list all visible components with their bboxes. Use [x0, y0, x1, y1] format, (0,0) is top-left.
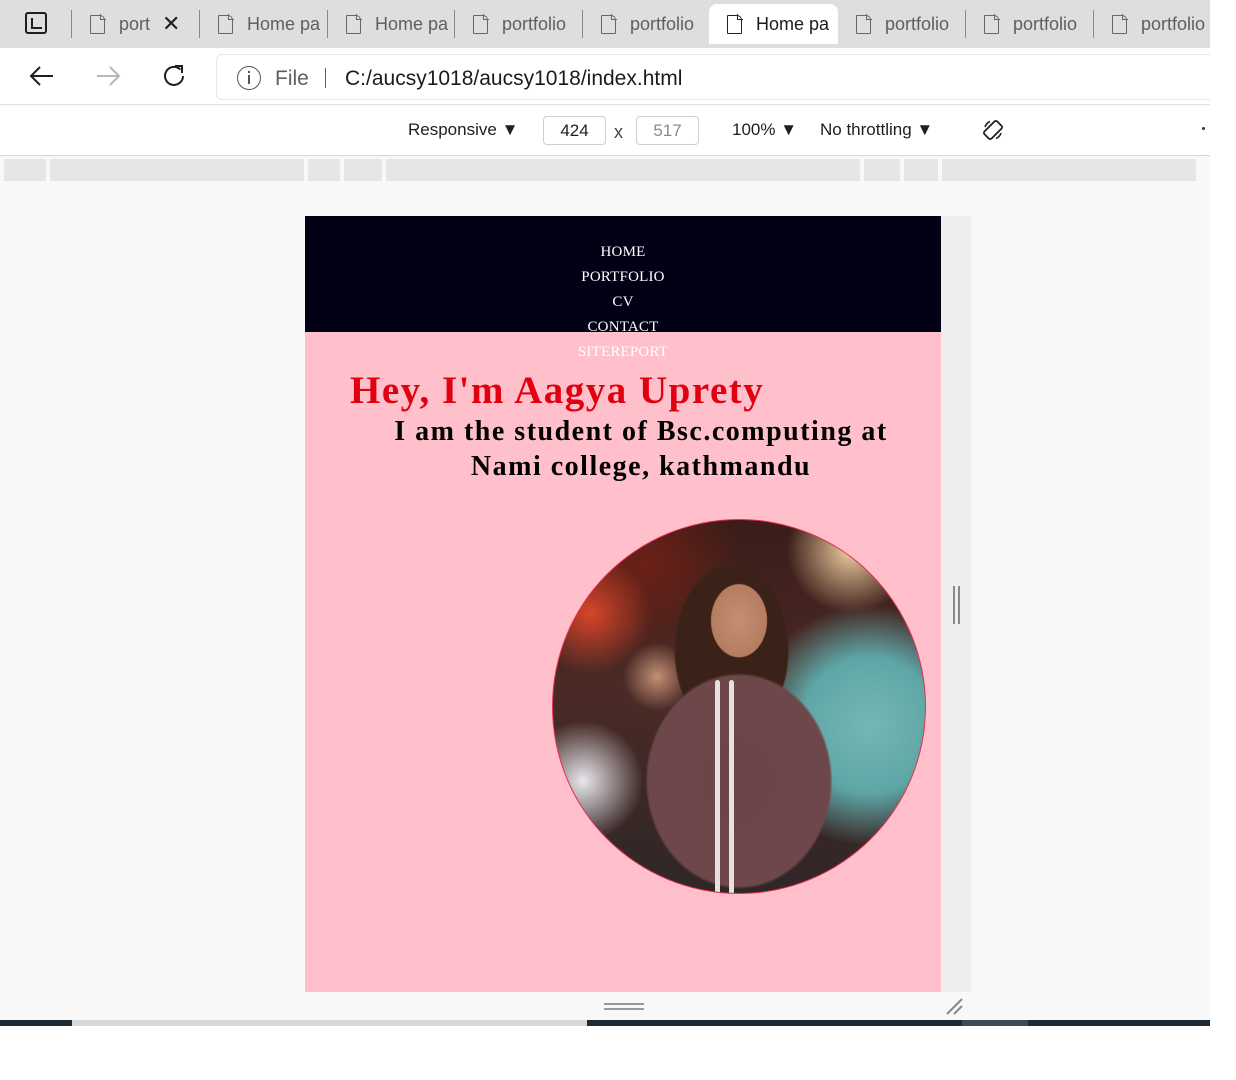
zoom-label: 100% [732, 120, 776, 139]
chevron-down-icon: ▼ [501, 120, 519, 139]
device-select[interactable]: Responsive ▼ [408, 120, 518, 140]
tab-7[interactable]: portfolio [966, 4, 1093, 44]
menu-item-contact[interactable]: CONTACT [305, 318, 941, 343]
page-icon [856, 13, 872, 34]
tab-title: Home pa [247, 13, 321, 34]
chevron-down-icon: ▼ [916, 120, 934, 139]
tab-strip: port ✕ Home pa Home pa portfolio portfol… [0, 0, 1210, 48]
tab-title: portfolio [502, 13, 567, 34]
tab-4[interactable]: portfolio [583, 4, 709, 44]
info-icon[interactable] [237, 66, 261, 90]
device-viewport: HOME PORTFOLIO CV CONTACT SITEREPORT Hey… [305, 216, 941, 992]
taskbar-item[interactable] [72, 1020, 587, 1026]
address-separator [325, 68, 326, 88]
tab-title: port [119, 13, 151, 34]
media-query-segment[interactable] [308, 159, 340, 181]
taskbar-item[interactable] [962, 1020, 1028, 1026]
tab-title: portfolio [630, 13, 695, 34]
profile-photo [552, 519, 926, 894]
tab-5-active[interactable]: Home pa [709, 4, 838, 44]
back-arrow-icon[interactable] [24, 58, 60, 94]
page-icon [727, 13, 743, 34]
reload-icon[interactable] [156, 58, 192, 94]
menu-item-portfolio[interactable]: PORTFOLIO [305, 268, 941, 293]
tab-title: Home pa [375, 13, 449, 34]
menu-item-home[interactable]: HOME [305, 243, 941, 268]
page-icon [90, 13, 106, 34]
tab-3[interactable]: portfolio [455, 4, 582, 44]
throttling-label: No throttling [820, 120, 912, 139]
page-icon [984, 13, 1000, 34]
rotate-icon[interactable] [982, 119, 1004, 146]
media-query-segment[interactable] [4, 159, 46, 181]
menu-item-cv[interactable]: CV [305, 293, 941, 318]
browser-window: port ✕ Home pa Home pa portfolio portfol… [0, 0, 1210, 1026]
page-icon [218, 13, 234, 34]
height-input[interactable]: 517 [636, 116, 699, 145]
hero-subtitle: I am the student of Bsc.computing at Nam… [394, 416, 888, 482]
page-icon [346, 13, 362, 34]
browser-toolbar: File C:/aucsy1018/aucsy1018/index.html [0, 48, 1210, 105]
media-query-segment[interactable] [50, 159, 304, 181]
media-query-segment[interactable] [344, 159, 382, 181]
device-label: Responsive [408, 120, 497, 139]
tab-8[interactable]: portfolio [1094, 4, 1210, 44]
width-input[interactable]: 424 [543, 116, 606, 145]
zoom-select[interactable]: 100% ▼ [732, 120, 797, 140]
close-icon[interactable]: ✕ [162, 13, 180, 35]
media-query-segment[interactable] [904, 159, 938, 181]
tab-title: portfolio [885, 13, 950, 34]
menu-item-sitereport[interactable]: SITEREPORT [305, 343, 941, 368]
tab-0[interactable]: port ✕ [72, 4, 198, 44]
page-icon [1112, 13, 1128, 34]
media-query-bar [0, 157, 1210, 183]
page-icon [473, 13, 489, 34]
media-query-segment[interactable] [864, 159, 900, 181]
resize-corner-icon[interactable] [944, 996, 964, 1021]
taskbar-strip [0, 1020, 1210, 1026]
site-menu: HOME PORTFOLIO CV CONTACT SITEREPORT [305, 243, 941, 368]
scheme-label: File [275, 67, 309, 90]
url-text[interactable]: C:/aucsy1018/aucsy1018/index.html [345, 67, 682, 91]
tab-title: portfolio [1141, 13, 1206, 34]
tab-2[interactable]: Home pa [328, 4, 454, 44]
tab-title: portfolio [1013, 13, 1078, 34]
tab-actions-icon[interactable] [14, 10, 58, 38]
forward-arrow-icon[interactable] [90, 58, 126, 94]
tab-1[interactable]: Home pa [200, 4, 327, 44]
tab-6[interactable]: portfolio [838, 4, 965, 44]
dimension-separator: x [614, 122, 623, 142]
address-bar[interactable]: File C:/aucsy1018/aucsy1018/index.html [216, 54, 1210, 100]
page-icon [601, 13, 617, 34]
throttling-select[interactable]: No throttling ▼ [820, 120, 933, 140]
tab-title: Home pa [756, 13, 830, 34]
device-toolbar: Responsive ▼ 424 x 517 100% ▼ No throttl… [0, 106, 1210, 156]
hero-title: Hey, I'm Aagya Uprety [350, 369, 765, 412]
resize-handle-right[interactable] [951, 586, 961, 624]
more-options-icon[interactable] [1202, 127, 1205, 130]
media-query-segment[interactable] [386, 159, 860, 181]
chevron-down-icon: ▼ [780, 120, 798, 139]
media-query-segment[interactable] [942, 159, 1196, 181]
resize-handle-bottom[interactable] [604, 1002, 644, 1011]
